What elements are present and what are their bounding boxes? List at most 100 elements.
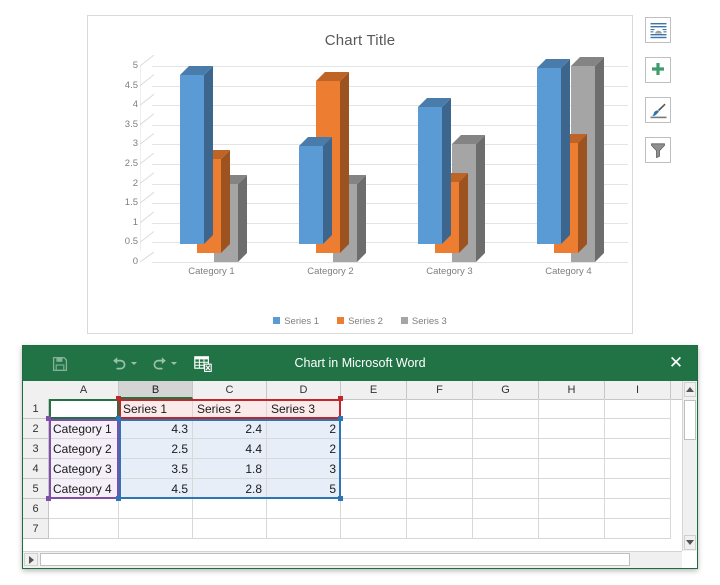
chart-bar[interactable] — [537, 68, 561, 244]
vertical-scrollbar-thumb[interactable] — [684, 400, 696, 440]
undo-button[interactable] — [109, 352, 139, 375]
cell-H4[interactable] — [539, 459, 605, 479]
cell-B4[interactable]: 3.5 — [119, 459, 193, 479]
row-header-3[interactable]: 3 — [23, 439, 49, 459]
cell-C7[interactable] — [193, 519, 267, 539]
horizontal-scrollbar[interactable] — [23, 551, 682, 568]
cell-B1[interactable]: Series 1 — [119, 399, 193, 419]
cell-D3[interactable]: 2 — [267, 439, 341, 459]
chart-filters-button[interactable] — [645, 137, 671, 163]
cell-C2[interactable]: 2.4 — [193, 419, 267, 439]
cell-I3[interactable] — [605, 439, 671, 459]
chart-bar-group[interactable] — [509, 66, 628, 262]
chart-elements-button[interactable] — [645, 57, 671, 83]
chart-styles-button[interactable] — [645, 97, 671, 123]
horizontal-scrollbar-thumb[interactable] — [40, 553, 630, 566]
column-header-c[interactable]: C — [193, 381, 267, 399]
chart-title[interactable]: Chart Title — [88, 32, 632, 49]
cell-H5[interactable] — [539, 479, 605, 499]
cell-A2[interactable]: Category 1 — [49, 419, 119, 439]
column-header-e[interactable]: E — [341, 381, 407, 399]
row-header-2[interactable]: 2 — [23, 419, 49, 439]
cell-G4[interactable] — [473, 459, 539, 479]
cell-H7[interactable] — [539, 519, 605, 539]
save-button[interactable] — [49, 352, 71, 375]
cell-C5[interactable]: 2.8 — [193, 479, 267, 499]
chart-area[interactable]: Chart Title 54.543.532.521.510.50 Catego… — [87, 15, 633, 334]
row-header-7[interactable]: 7 — [23, 519, 49, 539]
cell-A5[interactable]: Category 4 — [49, 479, 119, 499]
cell-F4[interactable] — [407, 459, 473, 479]
cell-G5[interactable] — [473, 479, 539, 499]
excel-titlebar[interactable]: Chart in Microsoft Word — [23, 346, 697, 381]
column-header-h[interactable]: H — [539, 381, 605, 399]
cell-I6[interactable] — [605, 499, 671, 519]
cell-H6[interactable] — [539, 499, 605, 519]
chart-bar-group[interactable] — [390, 66, 509, 262]
row-header-6[interactable]: 6 — [23, 499, 49, 519]
cell-B7[interactable] — [119, 519, 193, 539]
row-header-1[interactable]: 1 — [23, 399, 49, 419]
cell-G2[interactable] — [473, 419, 539, 439]
close-button[interactable]: ✕ — [663, 352, 689, 375]
cell-F7[interactable] — [407, 519, 473, 539]
cell-C3[interactable]: 4.4 — [193, 439, 267, 459]
excel-sheet[interactable]: ABCDEFGHI 1234567 Series 1Series 2Series… — [23, 381, 697, 568]
scroll-down-button[interactable] — [684, 535, 696, 550]
cell-F1[interactable] — [407, 399, 473, 419]
cell-I4[interactable] — [605, 459, 671, 479]
cell-G3[interactable] — [473, 439, 539, 459]
cell-D2[interactable]: 2 — [267, 419, 341, 439]
vertical-scrollbar[interactable] — [682, 381, 697, 551]
row-header-4[interactable]: 4 — [23, 459, 49, 479]
edit-data-in-excel-button[interactable] — [191, 352, 215, 375]
cell-I1[interactable] — [605, 399, 671, 419]
cell-C4[interactable]: 1.8 — [193, 459, 267, 479]
cell-G6[interactable] — [473, 499, 539, 519]
column-header-g[interactable]: G — [473, 381, 539, 399]
cell-G1[interactable] — [473, 399, 539, 419]
chart-legend[interactable]: Series 1Series 2Series 3 — [88, 316, 632, 327]
cell-I7[interactable] — [605, 519, 671, 539]
cell-C6[interactable] — [193, 499, 267, 519]
chart-bar[interactable] — [180, 75, 204, 244]
cell-F5[interactable] — [407, 479, 473, 499]
redo-dropdown-caret[interactable] — [171, 362, 177, 365]
cell-F3[interactable] — [407, 439, 473, 459]
cell-E5[interactable] — [341, 479, 407, 499]
layout-options-button[interactable] — [645, 17, 671, 43]
cell-B6[interactable] — [119, 499, 193, 519]
legend-item[interactable]: Series 3 — [401, 316, 447, 327]
cell-H2[interactable] — [539, 419, 605, 439]
cell-G7[interactable] — [473, 519, 539, 539]
cell-B2[interactable]: 4.3 — [119, 419, 193, 439]
cell-E7[interactable] — [341, 519, 407, 539]
excel-mini-window[interactable]: Chart in Microsoft Word — [22, 345, 698, 569]
cell-A7[interactable] — [49, 519, 119, 539]
cell-C1[interactable]: Series 2 — [193, 399, 267, 419]
cell-E6[interactable] — [341, 499, 407, 519]
cell-E1[interactable] — [341, 399, 407, 419]
redo-button[interactable] — [149, 352, 179, 375]
cell-E2[interactable] — [341, 419, 407, 439]
cell-A1[interactable] — [49, 399, 119, 419]
undo-dropdown-caret[interactable] — [131, 362, 137, 365]
column-header-f[interactable]: F — [407, 381, 473, 399]
cell-F2[interactable] — [407, 419, 473, 439]
cell-D1[interactable]: Series 3 — [267, 399, 341, 419]
scroll-right-button[interactable] — [24, 553, 38, 566]
cell-H1[interactable] — [539, 399, 605, 419]
column-header-a[interactable]: A — [49, 381, 119, 399]
legend-item[interactable]: Series 1 — [273, 316, 319, 327]
cell-H3[interactable] — [539, 439, 605, 459]
cell-I2[interactable] — [605, 419, 671, 439]
cell-E3[interactable] — [341, 439, 407, 459]
cell-D7[interactable] — [267, 519, 341, 539]
cell-A6[interactable] — [49, 499, 119, 519]
chart-bar-group[interactable] — [271, 66, 390, 262]
column-header-i[interactable]: I — [605, 381, 671, 399]
chart-bar[interactable] — [299, 146, 323, 244]
chart-bar[interactable] — [418, 107, 442, 244]
cell-A3[interactable]: Category 2 — [49, 439, 119, 459]
cell-D4[interactable]: 3 — [267, 459, 341, 479]
